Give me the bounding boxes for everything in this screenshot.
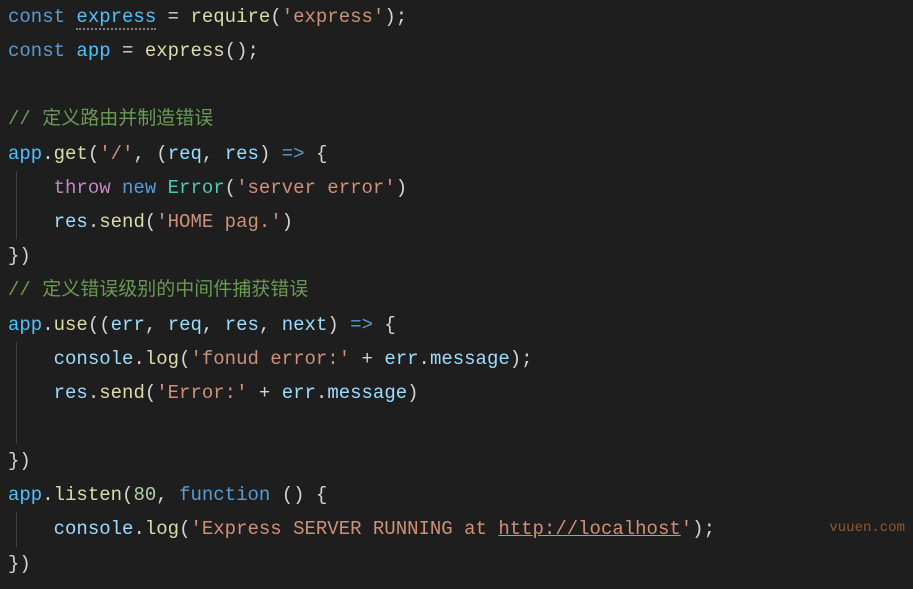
code-line: res.send('Error:' + err.message) xyxy=(8,376,905,410)
code-line: const app = express(); xyxy=(8,34,905,68)
code-line: app.get('/', (req, res) => { xyxy=(8,137,905,171)
code-line: res.send('HOME pag.') xyxy=(8,205,905,239)
code-line: console.log('Express SERVER RUNNING at h… xyxy=(8,512,905,546)
code-line: const express = require('express'); xyxy=(8,0,905,34)
code-line: }) xyxy=(8,239,905,273)
watermark: vuuen.com xyxy=(829,516,905,541)
code-line: }) xyxy=(8,547,905,581)
code-line: // 定义错误级别的中间件捕获错误 xyxy=(8,273,905,307)
code-line: // 定义路由并制造错误 xyxy=(8,102,905,136)
code-line: }) xyxy=(8,444,905,478)
code-line: app.listen(80, function () { xyxy=(8,478,905,512)
code-line: throw new Error('server error') xyxy=(8,171,905,205)
code-editor[interactable]: const express = require('express');const… xyxy=(0,0,913,589)
code-line: app.use((err, req, res, next) => { xyxy=(8,308,905,342)
code-line xyxy=(8,68,905,102)
code-line: console.log('fonud error:' + err.message… xyxy=(8,342,905,376)
code-line xyxy=(8,410,905,444)
